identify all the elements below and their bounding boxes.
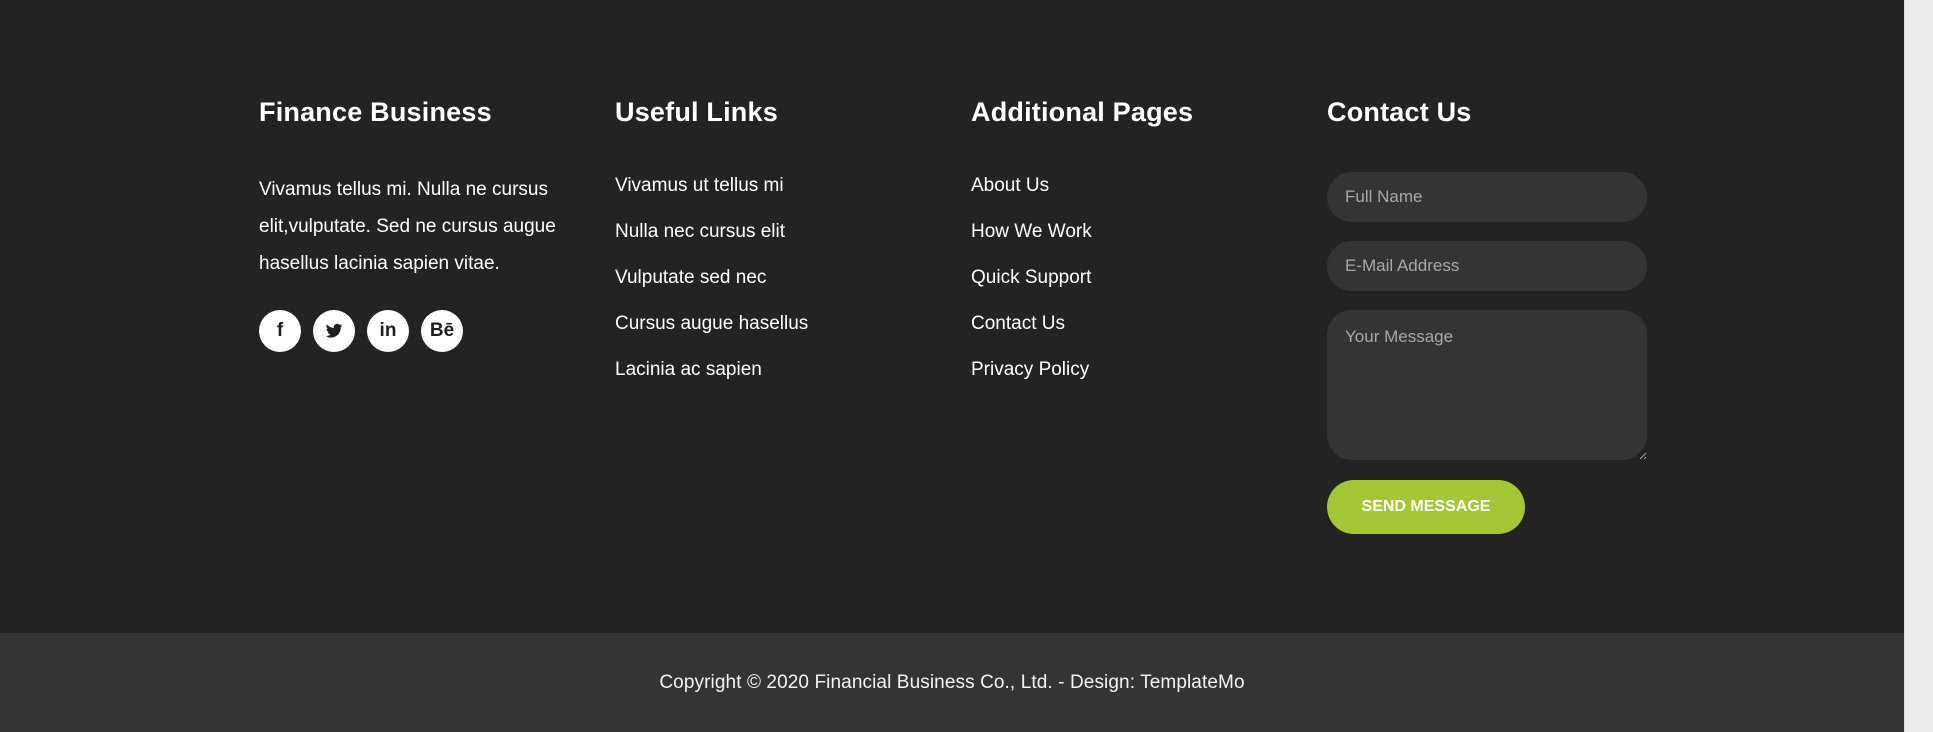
finance-business-title: Finance Business <box>259 97 492 127</box>
useful-link-5[interactable]: Lacinia ac sapien <box>615 355 762 384</box>
list-item: Vivamus ut tellus mi <box>615 171 935 217</box>
list-item: Cursus augue hasellus <box>615 309 935 355</box>
twitter-bird-icon <box>325 323 343 338</box>
list-item: Privacy Policy <box>971 355 1291 401</box>
behance-icon-label: Bē <box>429 320 455 341</box>
useful-links-column: Useful Links Vivamus ut tellus mi Nulla … <box>615 94 935 401</box>
facebook-icon-label: f <box>276 320 284 341</box>
contact-us-link[interactable]: Contact Us <box>971 309 1065 338</box>
finance-business-column: Finance Business Vivamus tellus mi. Null… <box>259 94 579 352</box>
message-textarea[interactable] <box>1327 310 1647 460</box>
footer-main: Finance Business Vivamus tellus mi. Null… <box>0 0 1904 633</box>
behance-icon[interactable]: Bē <box>421 310 463 352</box>
twitter-icon[interactable] <box>313 310 355 352</box>
how-we-work-link[interactable]: How We Work <box>971 217 1092 246</box>
copyright-text: Copyright © 2020 Financial Business Co.,… <box>659 672 1245 693</box>
useful-links-list: Vivamus ut tellus mi Nulla nec cursus el… <box>615 171 935 401</box>
useful-link-2[interactable]: Nulla nec cursus elit <box>615 217 785 246</box>
list-item: Quick Support <box>971 263 1291 309</box>
list-item: Vulputate sed nec <box>615 263 935 309</box>
social-links: f in Bē <box>259 310 579 352</box>
additional-pages-list: About Us How We Work Quick Support Conta… <box>971 171 1291 401</box>
useful-links-title: Useful Links <box>615 97 778 127</box>
finance-business-description: Vivamus tellus mi. Nulla ne cursus elit,… <box>259 179 556 274</box>
contact-title: Contact Us <box>1327 97 1472 127</box>
additional-pages-title: Additional Pages <box>971 97 1194 127</box>
about-us-link[interactable]: About Us <box>971 171 1049 200</box>
useful-link-4[interactable]: Cursus augue hasellus <box>615 309 808 338</box>
linkedin-icon[interactable]: in <box>367 310 409 352</box>
page: Finance Business Vivamus tellus mi. Null… <box>0 0 1904 732</box>
useful-link-3[interactable]: Vulputate sed nec <box>615 263 766 292</box>
list-item: About Us <box>971 171 1291 217</box>
list-item: How We Work <box>971 217 1291 263</box>
contact-column: Contact Us SEND MESSAGE <box>1327 94 1647 534</box>
scrollbar-track[interactable] <box>1904 0 1933 732</box>
quick-support-link[interactable]: Quick Support <box>971 263 1091 292</box>
additional-pages-column: Additional Pages About Us How We Work Qu… <box>971 94 1291 401</box>
full-name-input[interactable] <box>1327 172 1647 222</box>
useful-link-1[interactable]: Vivamus ut tellus mi <box>615 171 784 200</box>
privacy-policy-link[interactable]: Privacy Policy <box>971 355 1089 384</box>
list-item: Contact Us <box>971 309 1291 355</box>
contact-form: SEND MESSAGE <box>1327 172 1647 534</box>
linkedin-icon-label: in <box>379 320 397 341</box>
copyright-bar: Copyright © 2020 Financial Business Co.,… <box>0 633 1904 732</box>
facebook-icon[interactable]: f <box>259 310 301 352</box>
list-item: Nulla nec cursus elit <box>615 217 935 263</box>
email-input[interactable] <box>1327 241 1647 291</box>
list-item: Lacinia ac sapien <box>615 355 935 401</box>
send-message-button[interactable]: SEND MESSAGE <box>1327 480 1525 534</box>
